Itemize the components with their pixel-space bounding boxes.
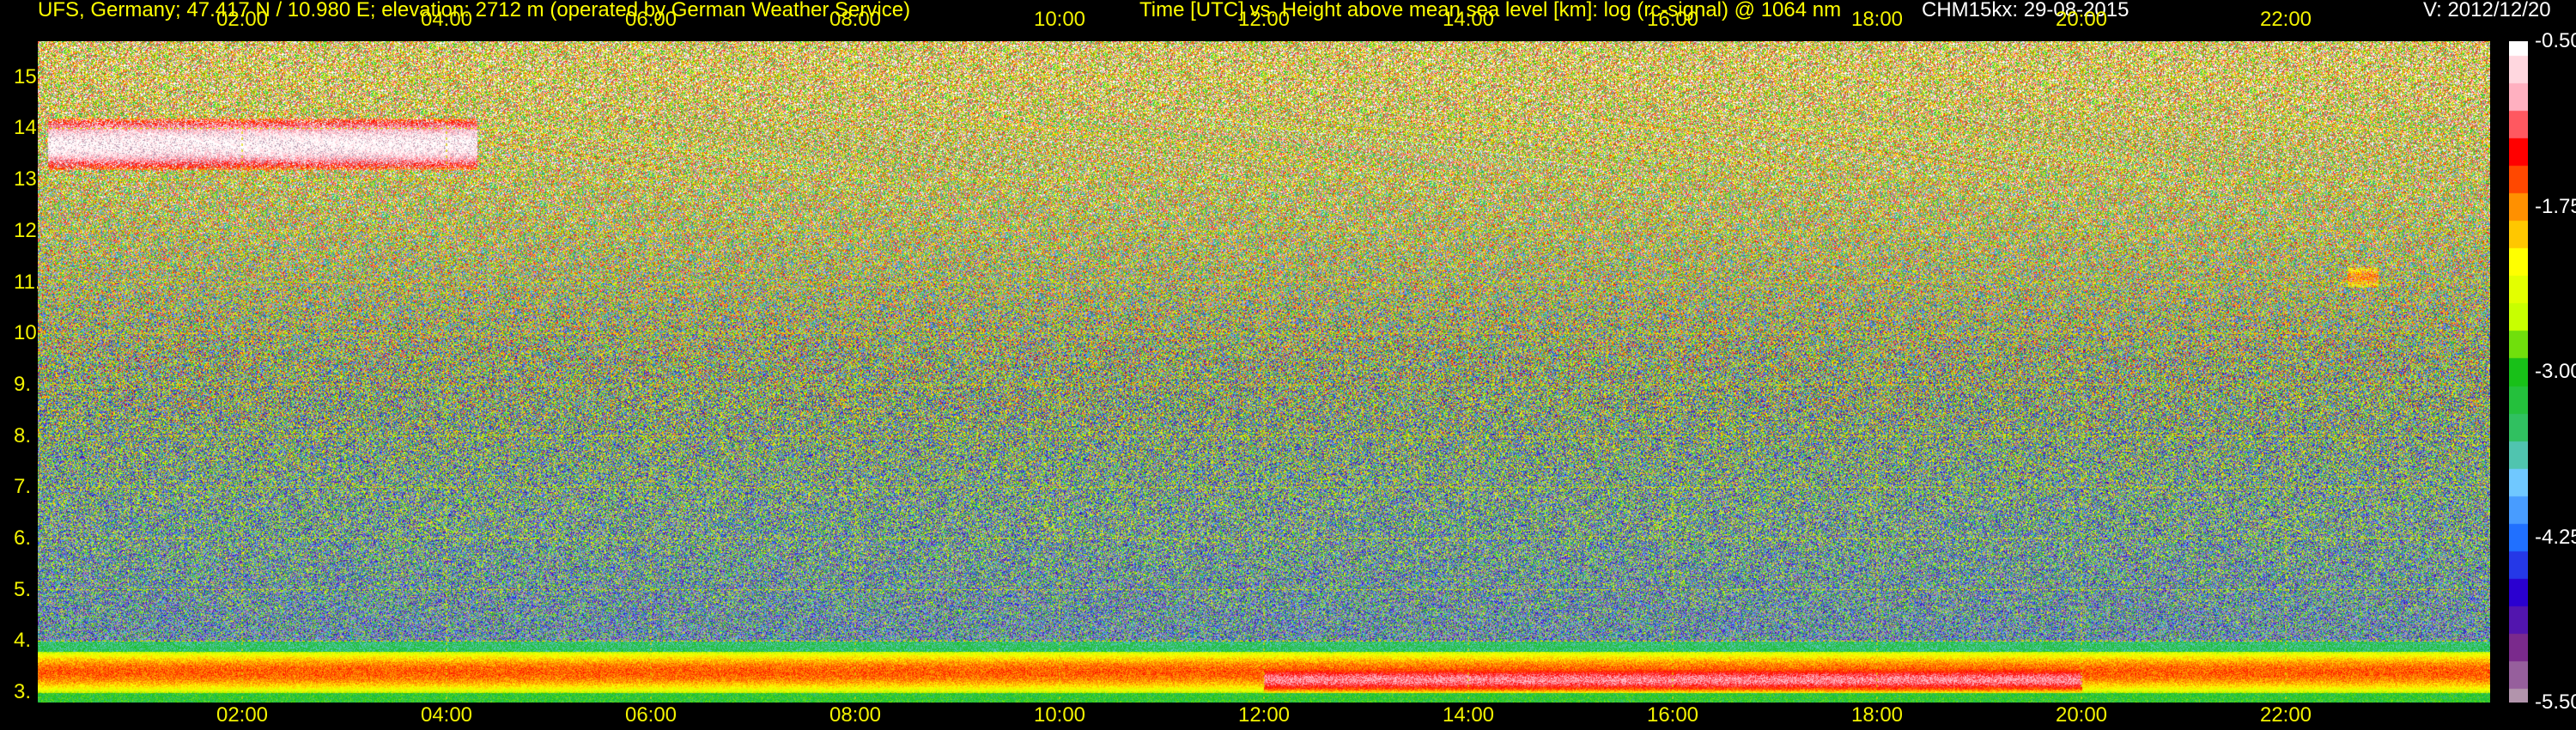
y-tick: 15.: [14, 64, 43, 88]
x-tick-top: 04:00: [420, 8, 473, 31]
x-tick-bottom: 02:00: [216, 703, 269, 727]
x-tick-top: 06:00: [624, 8, 677, 31]
x-tick-bottom: 04:00: [420, 703, 473, 727]
x-tick-top: 16:00: [1646, 8, 1699, 31]
x-tick-top: 10:00: [1033, 8, 1086, 31]
x-tick-bottom: 10:00: [1033, 703, 1086, 727]
y-tick: 10.: [14, 321, 43, 345]
x-tick-bottom: 22:00: [2259, 703, 2312, 727]
y-tick: 12.: [14, 218, 43, 242]
y-tick: 13.: [14, 167, 43, 192]
version-label: V: 2012/12/20: [2423, 0, 2551, 21]
grid-overlay: [38, 41, 2490, 703]
x-tick-top: 18:00: [1850, 8, 1904, 31]
x-tick-top: 08:00: [829, 8, 882, 31]
x-tick-bottom: 08:00: [829, 703, 882, 727]
y-tick: 8.: [14, 423, 32, 447]
x-tick-top: 02:00: [216, 8, 269, 31]
x-tick-bottom: 16:00: [1646, 703, 1699, 727]
x-tick-top: 12:00: [1237, 8, 1291, 31]
x-tick-bottom: 14:00: [1442, 703, 1495, 727]
colorbar-tick: -1.75: [2535, 194, 2576, 218]
y-tick: 14.: [14, 116, 43, 140]
colorbar-tick: -5.50: [2535, 690, 2576, 714]
x-tick-top: 22:00: [2259, 8, 2312, 31]
y-tick: 9.: [14, 372, 32, 396]
colorbar-tick: -4.25: [2535, 525, 2576, 549]
y-tick: 6.: [14, 526, 32, 550]
y-tick: 7.: [14, 475, 32, 499]
x-tick-bottom: 18:00: [1850, 703, 1904, 727]
x-tick-top: 14:00: [1442, 8, 1495, 31]
y-tick: 3.: [14, 680, 32, 704]
colorbar: [2509, 41, 2528, 703]
y-tick: 11.: [14, 270, 41, 294]
x-tick-bottom: 12:00: [1237, 703, 1291, 727]
colorbar-tick: -3.00: [2535, 360, 2576, 383]
x-tick-top: 20:00: [2055, 8, 2108, 31]
colorbar-tick: -0.50: [2535, 29, 2576, 52]
y-tick: 4.: [14, 629, 32, 653]
x-tick-bottom: 20:00: [2055, 703, 2108, 727]
x-tick-bottom: 06:00: [624, 703, 677, 727]
site-header: UFS, Germany; 47.417 N / 10.980 E; eleva…: [38, 0, 911, 21]
y-tick: 5.: [14, 577, 32, 601]
